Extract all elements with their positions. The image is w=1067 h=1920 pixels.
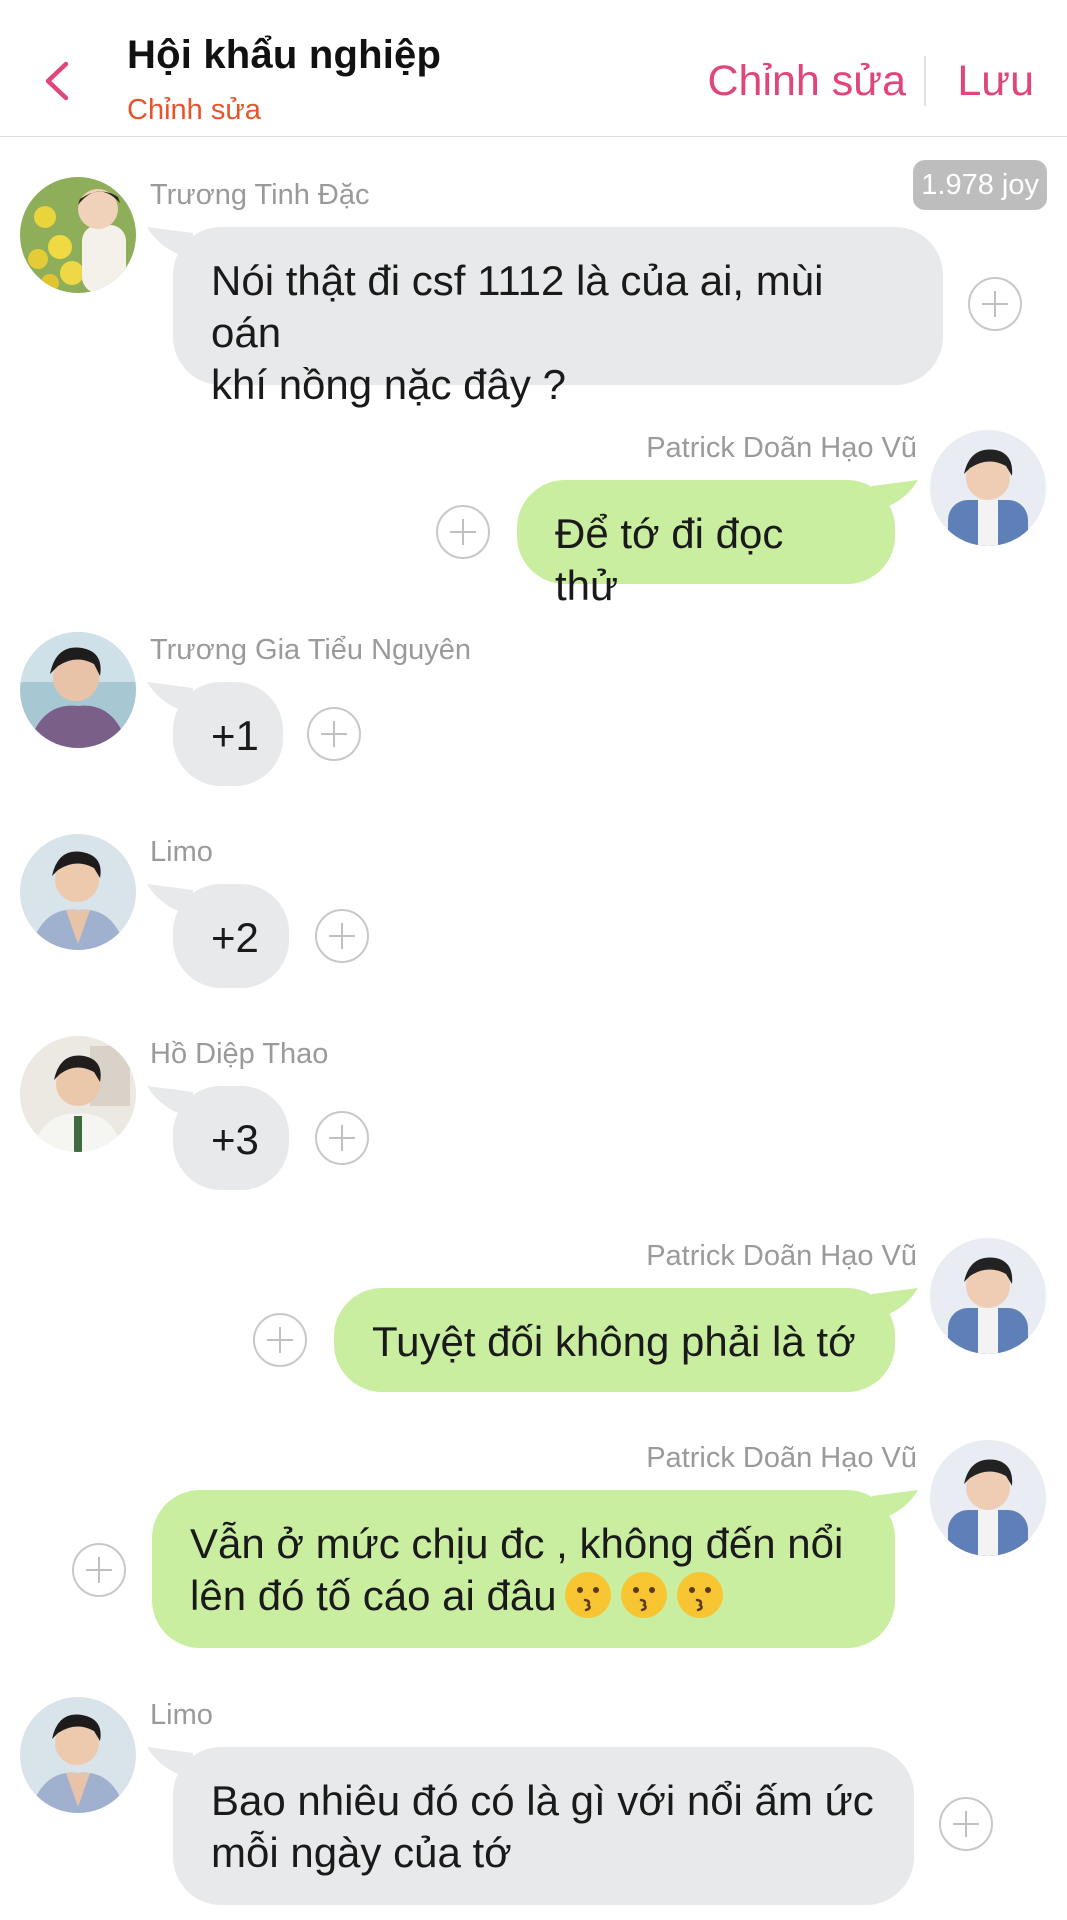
avatar[interactable]	[930, 1238, 1046, 1354]
message-item: Patrick Doãn Hạo Vũ Để tớ đi đọc thử	[0, 430, 1067, 609]
message-item: Trương Tinh Đặc Nói thật đi csf 1112 là …	[0, 177, 1067, 408]
message-text: +2	[211, 914, 259, 961]
avatar[interactable]	[930, 430, 1046, 546]
message-text: +3	[211, 1116, 259, 1163]
kissing-face-emoji-icon	[676, 1572, 723, 1618]
header-bar: Hội khẩu nghiệp Chỉnh sửa Chỉnh sửa Lưu	[0, 0, 1067, 137]
add-reaction-button[interactable]	[307, 707, 361, 761]
page-title: Hội khẩu nghiệp	[127, 33, 442, 77]
kissing-face-emoji-icon	[564, 1572, 611, 1618]
message-bubble[interactable]: +3	[173, 1086, 289, 1190]
sender-name: Trương Gia Tiểu Nguyên	[150, 634, 472, 666]
add-reaction-button[interactable]	[253, 1313, 307, 1367]
add-reaction-button[interactable]	[939, 1797, 993, 1851]
message-text-line: Vẫn ở mức chịu đc , không đến nổi	[190, 1520, 844, 1567]
back-button[interactable]	[38, 58, 78, 104]
message-bubble[interactable]: +2	[173, 884, 289, 988]
edit-button[interactable]: Chỉnh sửa	[708, 57, 907, 106]
message-bubble[interactable]: Nói thật đi csf 1112 là của ai, mùi oán …	[173, 227, 943, 408]
add-reaction-button[interactable]	[315, 1111, 369, 1165]
avatar[interactable]	[20, 177, 136, 293]
avatar[interactable]	[20, 1036, 136, 1152]
avatar[interactable]	[930, 1440, 1046, 1556]
message-item: Patrick Doãn Hạo Vũ Tuyệt đối không phải…	[0, 1238, 1067, 1398]
sender-name: Patrick Doãn Hạo Vũ	[646, 1240, 917, 1272]
sender-name: Limo	[150, 836, 213, 868]
add-reaction-button[interactable]	[436, 505, 490, 559]
kissing-face-emoji-icon	[620, 1572, 667, 1618]
message-text-line: mỗi ngày của tớ	[211, 1829, 512, 1876]
message-bubble[interactable]: Vẫn ở mức chịu đc , không đến nổi lên đó…	[152, 1490, 895, 1648]
message-text: +1	[211, 712, 259, 759]
sender-name: Trương Tinh Đặc	[150, 179, 370, 211]
message-text-line: Nói thật đi csf 1112 là của ai, mùi oán	[211, 257, 824, 356]
message-bubble[interactable]: Bao nhiêu đó có là gì với nổi ấm ức mỗi …	[173, 1747, 914, 1905]
sender-name: Patrick Doãn Hạo Vũ	[646, 1442, 917, 1474]
message-item: Trương Gia Tiểu Nguyên +1	[0, 632, 1067, 792]
avatar[interactable]	[20, 834, 136, 950]
avatar[interactable]	[20, 1697, 136, 1813]
message-bubble[interactable]: +1	[173, 682, 283, 786]
chevron-left-icon	[45, 61, 69, 101]
message-bubble[interactable]: Để tớ đi đọc thử	[517, 480, 895, 609]
add-reaction-button[interactable]	[72, 1543, 126, 1597]
message-item: Limo +2	[0, 834, 1067, 994]
chat-screen: Hội khẩu nghiệp Chỉnh sửa Chỉnh sửa Lưu …	[0, 0, 1067, 1920]
message-text-line: khí nồng nặc đây ?	[211, 361, 566, 408]
message-text-line: lên đó tố cáo ai đâu	[190, 1572, 557, 1619]
save-button[interactable]: Lưu	[957, 57, 1034, 106]
avatar[interactable]	[20, 632, 136, 748]
add-reaction-button[interactable]	[315, 909, 369, 963]
sender-name: Limo	[150, 1699, 213, 1731]
header-divider	[924, 56, 926, 106]
message-item: Hồ Diệp Thao +3	[0, 1036, 1067, 1196]
message-text-line-with-emoji: lên đó tố cáo ai đâu	[190, 1570, 857, 1622]
message-item: Patrick Doãn Hạo Vũ Vẫn ở mức chịu đc , …	[0, 1440, 1067, 1660]
sender-name: Hồ Diệp Thao	[150, 1038, 329, 1070]
message-text: Để tớ đi đọc thử	[555, 510, 784, 609]
message-item: Limo Bao nhiêu đó có là gì với nổi ấm ức…	[0, 1697, 1067, 1917]
sender-name: Patrick Doãn Hạo Vũ	[646, 432, 917, 464]
page-subtitle[interactable]: Chỉnh sửa	[127, 94, 261, 127]
message-text-line: Bao nhiêu đó có là gì với nổi ấm ức	[211, 1777, 874, 1824]
message-text: Tuyệt đối không phải là tớ	[372, 1318, 856, 1365]
add-reaction-button[interactable]	[968, 277, 1022, 331]
message-bubble[interactable]: Tuyệt đối không phải là tớ	[334, 1288, 895, 1392]
